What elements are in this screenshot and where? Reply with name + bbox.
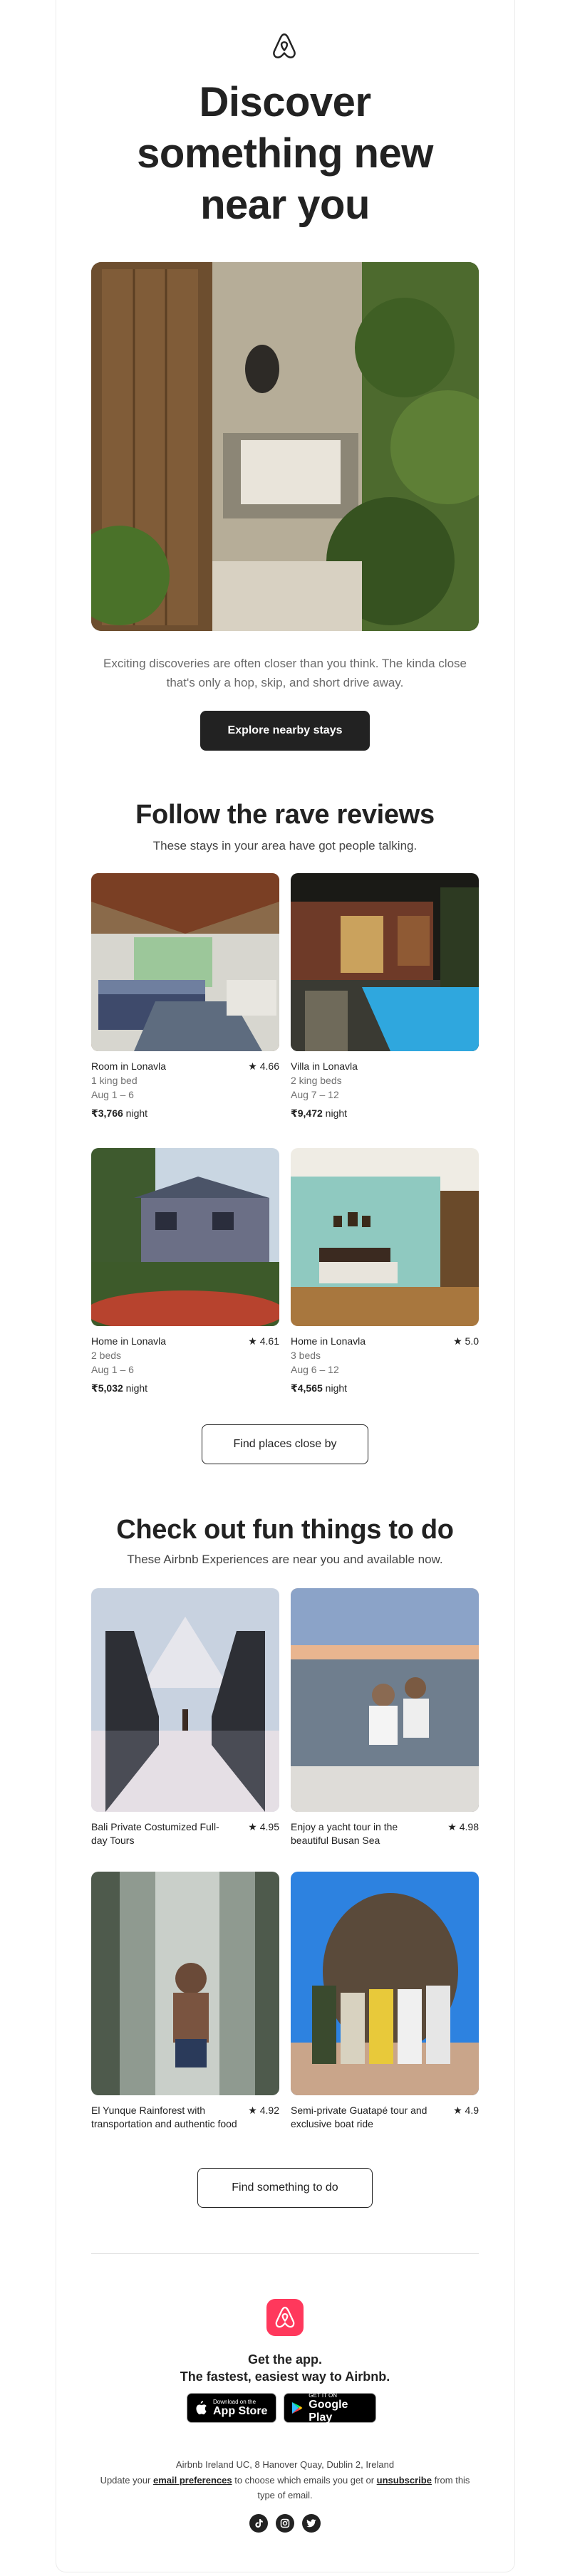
listing-rating: ★ 4.61	[248, 1335, 279, 1347]
experience-rating: ★ 4.95	[248, 1821, 279, 1832]
experiences-section-subtitle: These Airbnb Experiences are near you an…	[127, 1553, 443, 1566]
listing-dates: Aug 1 – 6	[91, 1364, 134, 1375]
listing-photo[interactable]	[291, 873, 479, 1051]
tiktok-icon	[255, 2519, 263, 2528]
listing-price: ₹4,565 night	[291, 1381, 479, 1395]
experience-rating: ★ 4.9	[453, 2105, 479, 2116]
listing-beds: 1 king bed	[91, 1075, 138, 1086]
experience-photo[interactable]	[291, 1588, 479, 1812]
footer-divider	[91, 2253, 479, 2254]
listing-price-unit: night	[125, 1382, 148, 1394]
experience-photo[interactable]	[91, 1588, 279, 1812]
apple-icon	[196, 2401, 207, 2415]
prefs-prefix: Update your	[100, 2475, 151, 2486]
app-store-big-text: App Store	[213, 2404, 268, 2417]
listing-title[interactable]: Villa in Lonavla	[291, 1060, 358, 1073]
listing-title[interactable]: Home in Lonavla	[291, 1335, 366, 1348]
listing-card[interactable]: Home in Lonavla ★ 4.61 2 beds Aug 1 – 6 …	[91, 1148, 279, 1395]
listing-price-unit: night	[325, 1107, 348, 1119]
bedroom-photo-illustration	[291, 1148, 479, 1326]
email-preferences-link[interactable]: email preferences	[153, 2475, 232, 2486]
listing-dates: Aug 1 – 6	[91, 1089, 134, 1100]
experience-photo[interactable]	[91, 1872, 279, 2095]
listing-price-amount: ₹3,766	[91, 1107, 123, 1119]
listing-beds: 2 king beds	[291, 1075, 342, 1086]
reviews-section-title: Follow the rave reviews	[135, 800, 435, 830]
get-app-subtitle: The fastest, easiest way to Airbnb.	[180, 2369, 390, 2384]
listing-rating: ★ 5.0	[453, 1335, 479, 1347]
experience-title[interactable]: El Yunque Rainforest with transportation…	[91, 2104, 241, 2131]
instagram-link[interactable]	[276, 2514, 294, 2533]
listing-price: ₹3,766 night	[91, 1106, 279, 1120]
listing-title[interactable]: Home in Lonavla	[91, 1335, 166, 1348]
hero-title: Discover something new near you	[137, 79, 433, 228]
villa-photo-illustration	[291, 873, 479, 1051]
hero-description: Exciting discoveries are often closer th…	[103, 657, 467, 689]
experience-card[interactable]: El Yunque Rainforest with transportation…	[91, 1872, 279, 2131]
google-play-small-text: GET IT ON	[309, 2392, 338, 2399]
listing-dates: Aug 7 – 12	[291, 1089, 339, 1100]
twitter-icon	[306, 2519, 316, 2528]
bali-gate-photo-illustration	[91, 1588, 279, 1812]
get-app-title: Get the app.	[247, 2352, 322, 2367]
listing-dates: Aug 6 – 12	[291, 1364, 339, 1375]
google-play-icon	[291, 2402, 303, 2414]
google-play-button[interactable]: GET IT ON Google Play	[284, 2392, 376, 2424]
reviews-section-subtitle: These stays in your area have got people…	[152, 839, 418, 852]
hero-image[interactable]	[91, 262, 479, 631]
listing-price: ₹9,472 night	[291, 1106, 479, 1120]
experience-title[interactable]: Bali Private Costumized Full-day Tours	[91, 1820, 234, 1847]
airbnb-logo-icon	[275, 2306, 295, 2328]
app-store-button[interactable]: Download on the App Store	[187, 2393, 276, 2423]
hero-photo-illustration	[91, 262, 479, 631]
listing-card[interactable]: Room in Lonavla ★ 4.66 1 king bed Aug 1 …	[91, 873, 279, 1120]
listing-photo[interactable]	[91, 1148, 279, 1326]
experience-photo[interactable]	[291, 1872, 479, 2095]
listing-price: ₹5,032 night	[91, 1381, 279, 1395]
listing-photo[interactable]	[91, 873, 279, 1051]
find-something-to-do-button[interactable]: Find something to do	[197, 2168, 373, 2208]
instagram-icon	[280, 2518, 290, 2528]
experience-card[interactable]: Semi-private Guatapé tour and exclusive …	[291, 1872, 479, 2131]
home-exterior-photo-illustration	[91, 1148, 279, 1326]
yacht-tour-photo-illustration	[291, 1588, 479, 1812]
listing-beds: 2 beds	[91, 1350, 122, 1361]
guatape-tour-photo-illustration	[291, 1872, 479, 2095]
room-photo-illustration	[91, 873, 279, 1051]
experiences-section-title: Check out fun things to do	[116, 1515, 454, 1545]
twitter-link[interactable]	[302, 2514, 321, 2533]
listing-card[interactable]: Home in Lonavla ★ 5.0 3 beds Aug 6 – 12 …	[291, 1148, 479, 1395]
prefs-middle: to choose which emails you get or	[234, 2475, 375, 2486]
listing-price-amount: ₹5,032	[91, 1382, 123, 1394]
find-places-close-by-button[interactable]: Find places close by	[202, 1424, 368, 1464]
company-address: Airbnb Ireland UC, 8 Hanover Quay, Dubli…	[175, 2459, 395, 2470]
listing-photo[interactable]	[291, 1148, 479, 1326]
tiktok-link[interactable]	[249, 2514, 268, 2533]
experience-title[interactable]: Enjoy a yacht tour in the beautiful Busa…	[291, 1820, 433, 1847]
listing-rating: ★ 4.66	[248, 1060, 279, 1072]
google-play-big-text: Google Play	[309, 2398, 348, 2424]
experience-card[interactable]: Bali Private Costumized Full-day Tours ★…	[91, 1588, 279, 1847]
listing-title[interactable]: Room in Lonavla	[91, 1060, 166, 1073]
listing-price-unit: night	[125, 1107, 148, 1119]
unsubscribe-link[interactable]: unsubscribe	[377, 2475, 432, 2486]
app-store-small-text: Download on the	[213, 2398, 256, 2405]
airbnb-logo-icon[interactable]	[271, 33, 297, 60]
experience-rating: ★ 4.98	[447, 1821, 479, 1832]
experience-card[interactable]: Enjoy a yacht tour in the beautiful Busa…	[291, 1588, 479, 1847]
experience-rating: ★ 4.92	[248, 2105, 279, 2116]
airbnb-app-icon[interactable]	[266, 2299, 304, 2336]
listing-price-amount: ₹9,472	[291, 1107, 323, 1119]
listing-card[interactable]: Villa in Lonavla 2 king beds Aug 7 – 12 …	[291, 873, 479, 1120]
experience-title[interactable]: Semi-private Guatapé tour and exclusive …	[291, 2104, 440, 2131]
rainforest-waterfall-photo-illustration	[91, 1872, 279, 2095]
listing-beds: 3 beds	[291, 1350, 321, 1361]
explore-nearby-stays-button[interactable]: Explore nearby stays	[200, 711, 370, 751]
listing-price-unit: night	[325, 1382, 348, 1394]
email-preferences-text: Update your email preferences to choose …	[91, 2473, 479, 2503]
listing-price-amount: ₹4,565	[291, 1382, 323, 1394]
